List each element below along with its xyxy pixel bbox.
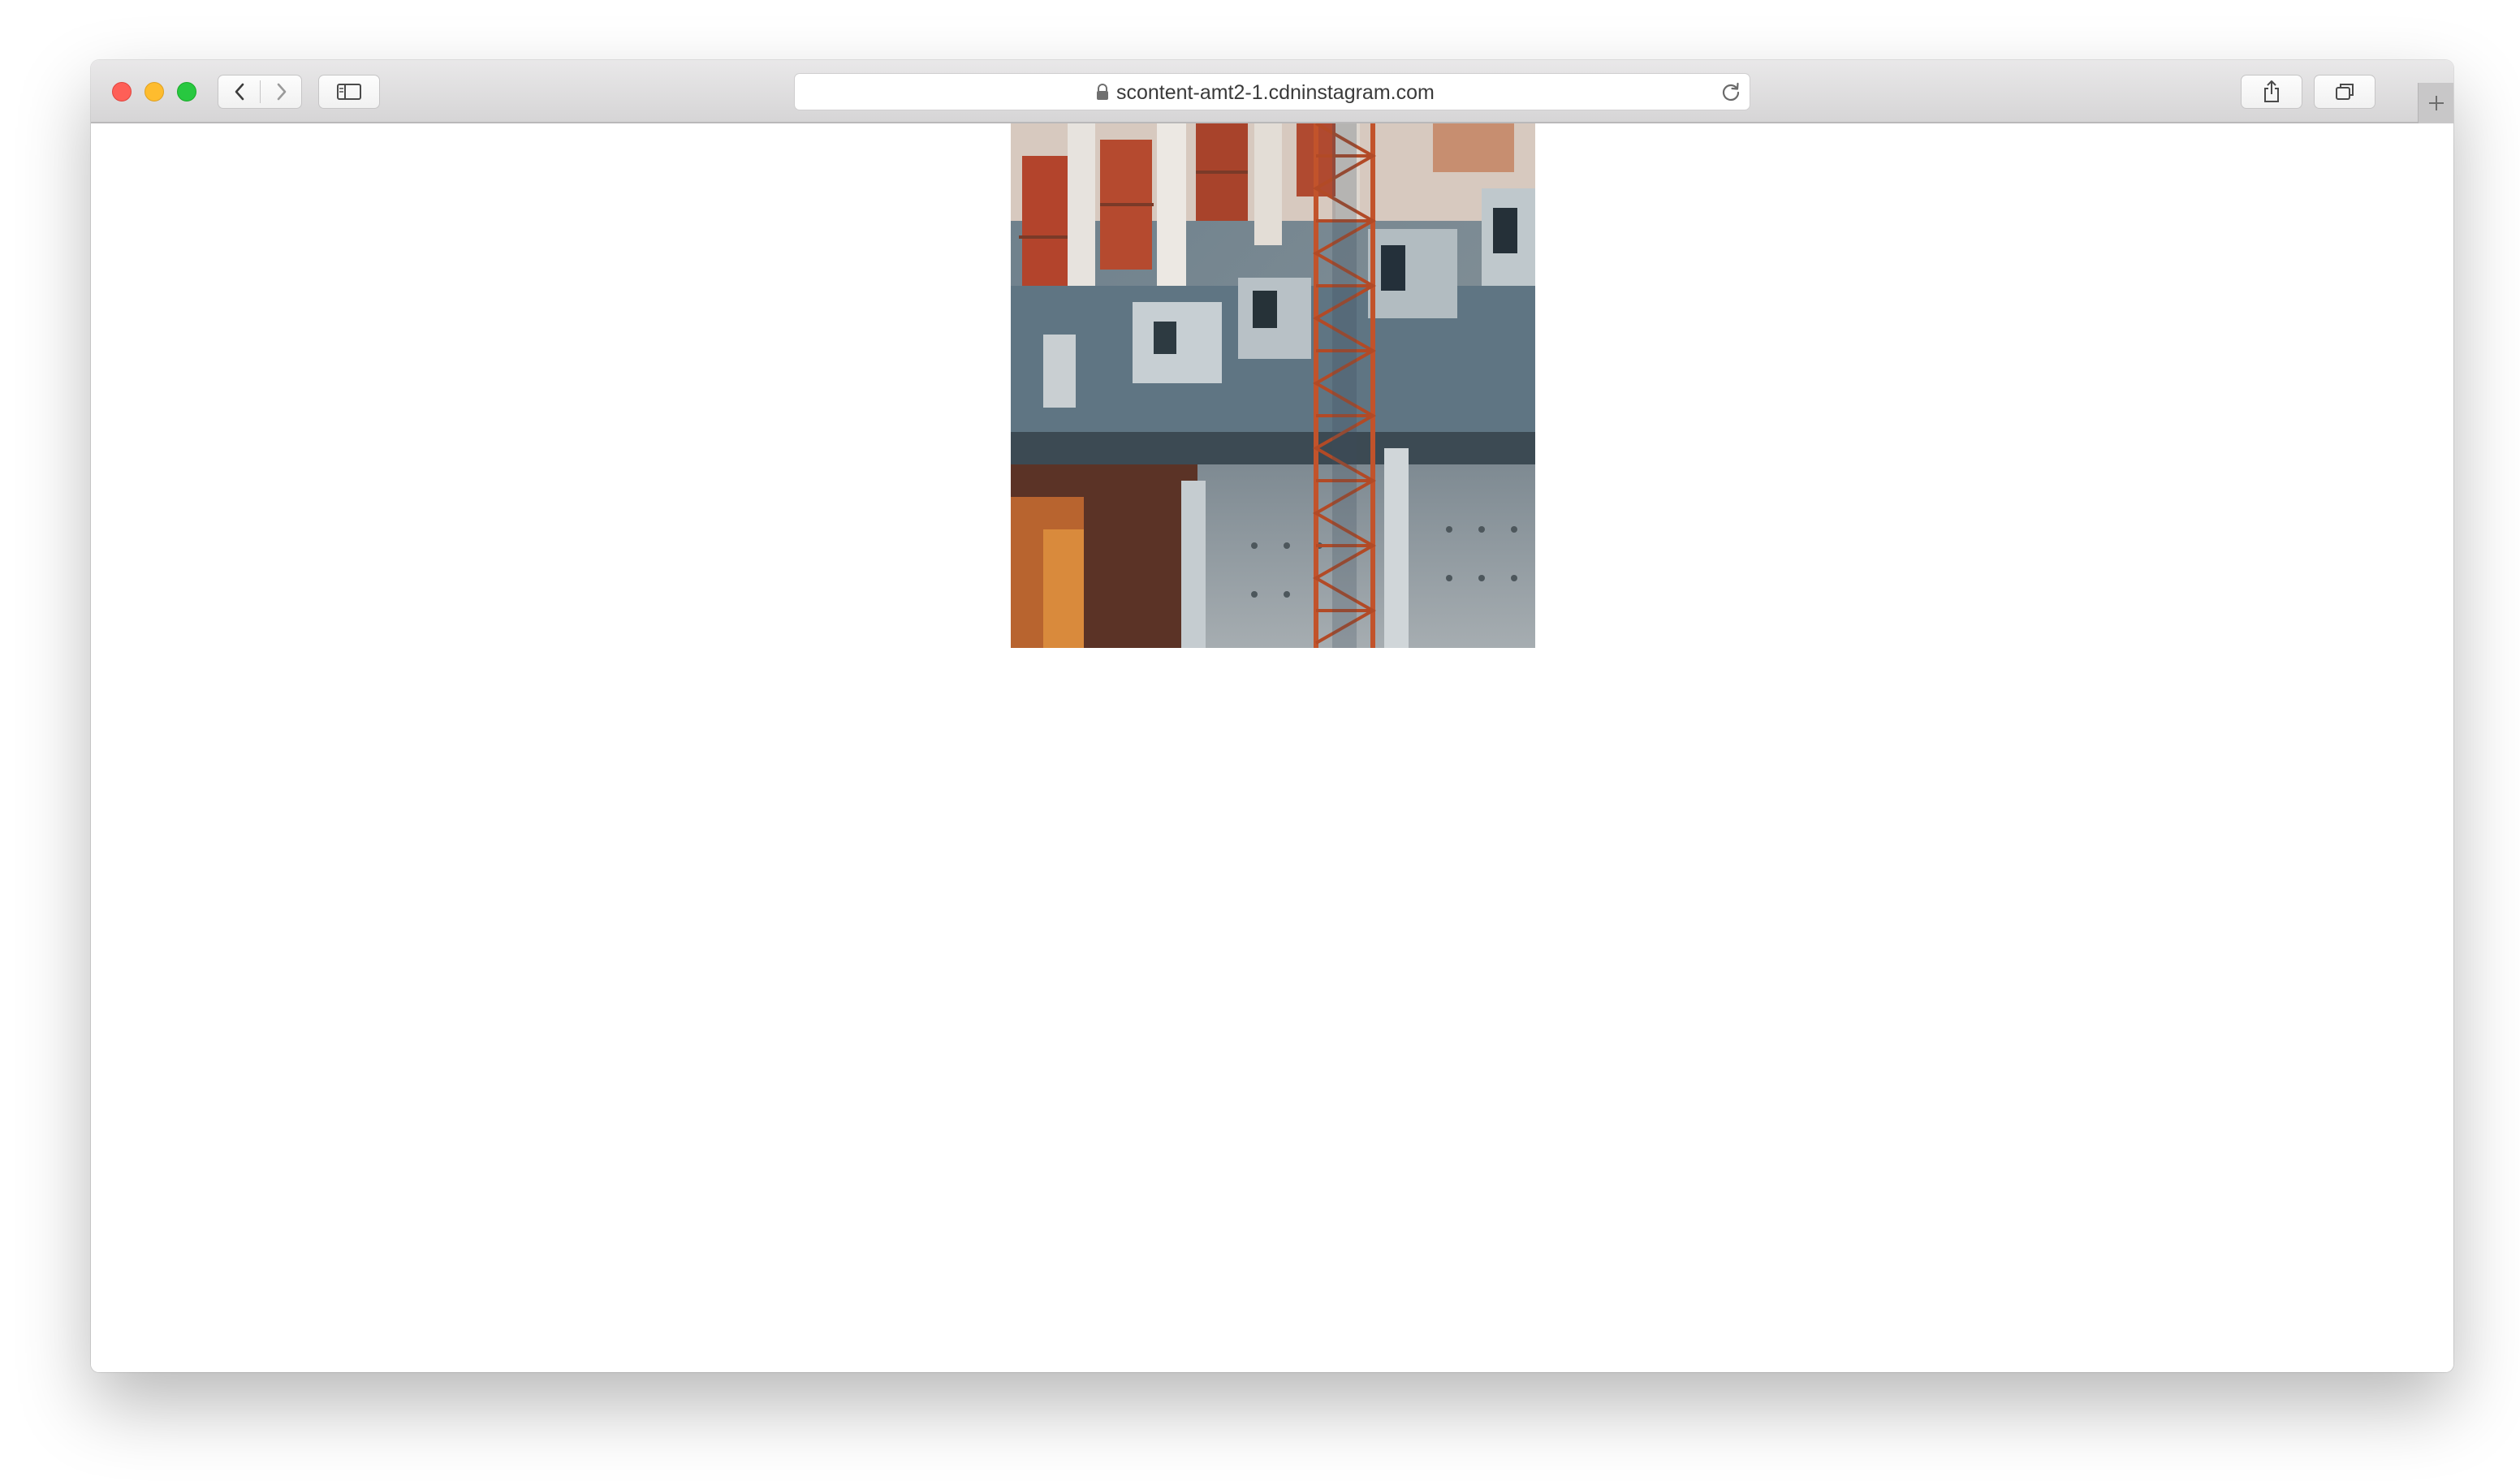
reload-icon[interactable] xyxy=(1720,81,1741,102)
maximize-window-button[interactable] xyxy=(177,82,196,101)
navigation-buttons xyxy=(218,75,302,109)
share-button[interactable] xyxy=(2241,75,2302,109)
back-button[interactable] xyxy=(218,76,260,108)
address-bar[interactable]: scontent-amt2-1.cdninstagram.com xyxy=(794,73,1750,110)
minimize-window-button[interactable] xyxy=(145,82,164,101)
address-url: scontent-amt2-1.cdninstagram.com xyxy=(1116,81,1435,104)
sidebar-icon xyxy=(337,84,361,100)
show-all-tabs-button[interactable] xyxy=(2314,75,2375,109)
desktop: scontent-amt2-1.cdninstagram.com xyxy=(0,0,2520,1481)
lock-icon xyxy=(1097,84,1108,100)
forward-button[interactable] xyxy=(261,76,302,108)
chevron-left-icon xyxy=(235,83,244,101)
browser-toolbar: scontent-amt2-1.cdninstagram.com xyxy=(91,60,2453,123)
browser-window: scontent-amt2-1.cdninstagram.com xyxy=(91,60,2453,1372)
tabs-overview-icon xyxy=(2336,84,2354,100)
new-tab-button[interactable] xyxy=(2418,83,2453,123)
share-icon xyxy=(2264,80,2279,102)
building-photo-graphic xyxy=(1011,123,1535,648)
plus-icon xyxy=(2429,96,2444,110)
building-photo xyxy=(1011,123,1535,648)
chevron-right-icon xyxy=(277,83,286,101)
close-window-button[interactable] xyxy=(112,82,132,101)
page-content xyxy=(91,123,2453,1372)
sidebar-toggle-button[interactable] xyxy=(318,75,380,109)
